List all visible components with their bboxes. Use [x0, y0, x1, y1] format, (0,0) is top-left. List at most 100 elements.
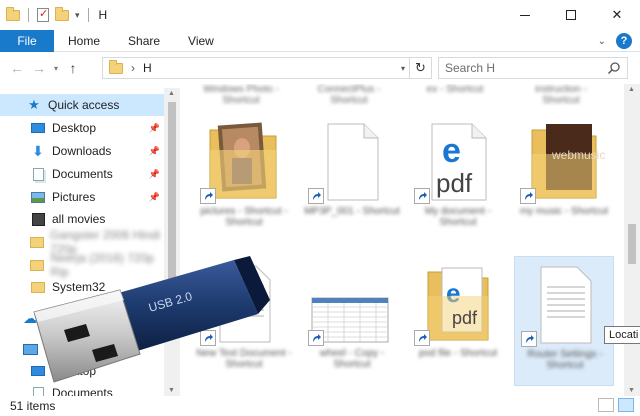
tab-file[interactable]: File [0, 29, 54, 52]
shortcut-arrow-icon [200, 330, 216, 346]
download-icon: ⬇ [32, 142, 44, 159]
pin-icon[interactable]: 📌 [149, 192, 160, 203]
file-item[interactable]: pictures - Shortcut - Shortcut [194, 114, 294, 244]
pictures-icon [30, 190, 46, 204]
customize-toolbar-icon[interactable]: ▾ [75, 10, 80, 21]
folder-icon[interactable] [6, 6, 20, 21]
recent-locations-icon[interactable]: ▾ [50, 64, 62, 73]
pin-icon[interactable]: 📌 [149, 169, 160, 180]
address-dropdown-icon[interactable]: ▾ [401, 64, 405, 73]
pin-icon[interactable]: 📌 [149, 146, 160, 157]
close-button[interactable]: ✕ [594, 0, 640, 30]
nav-item-downloads[interactable]: ⬇ Downloads 📌 [0, 140, 164, 162]
ribbon-tabs: File Home Share View ⌄ ? [0, 29, 640, 52]
maximize-button[interactable] [548, 0, 594, 30]
scroll-thumb[interactable] [628, 224, 636, 264]
details-view-icon[interactable] [598, 398, 614, 412]
folder-icon [30, 258, 45, 272]
desktop-icon [30, 121, 46, 135]
help-icon[interactable]: ? [616, 33, 632, 49]
music-folder-icon [531, 124, 597, 199]
maximize-icon [566, 10, 576, 20]
up-arrow-icon[interactable]: ↑ [62, 60, 84, 76]
shortcut-arrow-icon [414, 330, 430, 346]
nav-item-documents-2[interactable]: Documents [0, 382, 164, 396]
breadcrumb-item[interactable]: H [143, 61, 152, 75]
properties-icon[interactable] [37, 7, 49, 22]
nav-scrollbar[interactable]: ▲ ▼ [164, 88, 180, 396]
file-item-selected[interactable]: Router Settings - Shortcut [514, 256, 614, 386]
folder-icon [109, 59, 123, 74]
back-arrow-icon[interactable]: ← [6, 60, 28, 76]
forward-arrow-icon[interactable]: → [28, 60, 50, 76]
tooltip: Locati [604, 326, 640, 344]
expand-ribbon-icon[interactable]: ⌄ [598, 36, 606, 47]
star-icon: ★ [28, 97, 40, 112]
shortcut-arrow-icon [520, 188, 536, 204]
close-icon: ✕ [611, 7, 623, 22]
nav-item-this-pc[interactable]: This PC [0, 338, 164, 360]
shortcut-arrow-icon [308, 188, 324, 204]
text-file-icon [219, 265, 271, 343]
search-placeholder: Search H [445, 61, 496, 75]
file-item[interactable]: webmusic my music - Shortcut [514, 114, 614, 244]
scroll-down-icon[interactable]: ▼ [628, 387, 635, 394]
nav-item-desktop[interactable]: Desktop 📌 [0, 117, 164, 139]
file-label: instruction - Shortcut [535, 84, 587, 106]
blank-file-icon [327, 123, 379, 201]
shortcut-arrow-icon [200, 188, 216, 204]
file-label: ConnectPlus - Shortcut [317, 84, 381, 106]
cloud-icon: ☁ [23, 309, 37, 326]
window-controls: ✕ [502, 0, 640, 30]
scroll-up-icon[interactable]: ▲ [628, 86, 635, 93]
scroll-down-icon[interactable]: ▼ [168, 387, 175, 394]
minimize-icon [520, 14, 530, 16]
shortcut-arrow-icon [414, 188, 430, 204]
item-count: 51 items [10, 399, 56, 413]
folder-icon [30, 235, 44, 249]
file-item[interactable]: e pdf pod file - Shortcut [408, 256, 508, 386]
movies-icon [30, 212, 46, 226]
photo-folder-icon [209, 122, 277, 199]
nav-item-documents[interactable]: Documents 📌 [0, 163, 164, 185]
nav-item-pictures[interactable]: Pictures 📌 [0, 186, 164, 208]
text-file-icon [540, 266, 592, 344]
tab-share[interactable]: Share [114, 34, 174, 48]
breadcrumb-separator-icon[interactable]: › [131, 61, 135, 75]
file-label: Windows Photo - Shortcut [203, 84, 279, 106]
nav-item-all-movies[interactable]: all movies [0, 208, 164, 230]
tab-home[interactable]: Home [54, 34, 114, 48]
scroll-up-icon[interactable]: ▲ [168, 90, 175, 97]
nav-item-desktop-2[interactable]: Desktop [0, 360, 164, 382]
scroll-thumb[interactable] [168, 102, 176, 322]
quick-access-toolbar: ▾ [0, 6, 91, 22]
nav-item-onedrive[interactable]: ☁ OneDrive [0, 307, 164, 329]
shortcut-arrow-icon [521, 331, 537, 347]
nav-item-folder[interactable]: Gangster 2006 Hindi 720p [0, 228, 164, 256]
nav-item-system32[interactable]: System32 [0, 276, 164, 298]
folder-icon [30, 280, 46, 294]
file-item[interactable]: wheel - Copy - Shortcut [302, 256, 402, 386]
file-item[interactable]: MP3P_001 - Shortcut [302, 114, 402, 244]
address-row: ← → ▾ ↑ › H ▾ ↻ Search H [0, 53, 640, 83]
nav-item-quick-access[interactable]: ★ Quick access [0, 94, 164, 116]
toolbar-divider [28, 8, 29, 22]
large-icons-view-icon[interactable] [618, 398, 634, 412]
address-bar[interactable]: › H ▾ ↻ [102, 57, 432, 79]
pdf-text: pdf [452, 308, 478, 328]
pdf-folder-icon: e [427, 267, 489, 341]
file-item[interactable]: e pdf My document - Shortcut [408, 114, 508, 244]
new-folder-icon[interactable] [55, 6, 69, 21]
pin-icon[interactable]: 📌 [149, 123, 160, 134]
navigation-pane: ★ Quick access Desktop 📌 ⬇ Downloads 📌 D… [0, 88, 180, 396]
search-input[interactable]: Search H [438, 57, 628, 79]
tab-view[interactable]: View [174, 34, 228, 48]
content-scrollbar[interactable]: ▲ ▼ [624, 84, 640, 396]
title-bar: ▾ H ✕ [0, 0, 640, 30]
refresh-icon[interactable]: ↻ [409, 58, 431, 78]
pdf-text: pdf [436, 168, 473, 198]
file-item[interactable]: New Text Document - Shortcut [194, 256, 294, 386]
minimize-button[interactable] [502, 0, 548, 30]
nav-item-folder[interactable]: Neerja (2016) 720p Rip [0, 251, 164, 279]
status-bar: 51 items [0, 396, 640, 416]
